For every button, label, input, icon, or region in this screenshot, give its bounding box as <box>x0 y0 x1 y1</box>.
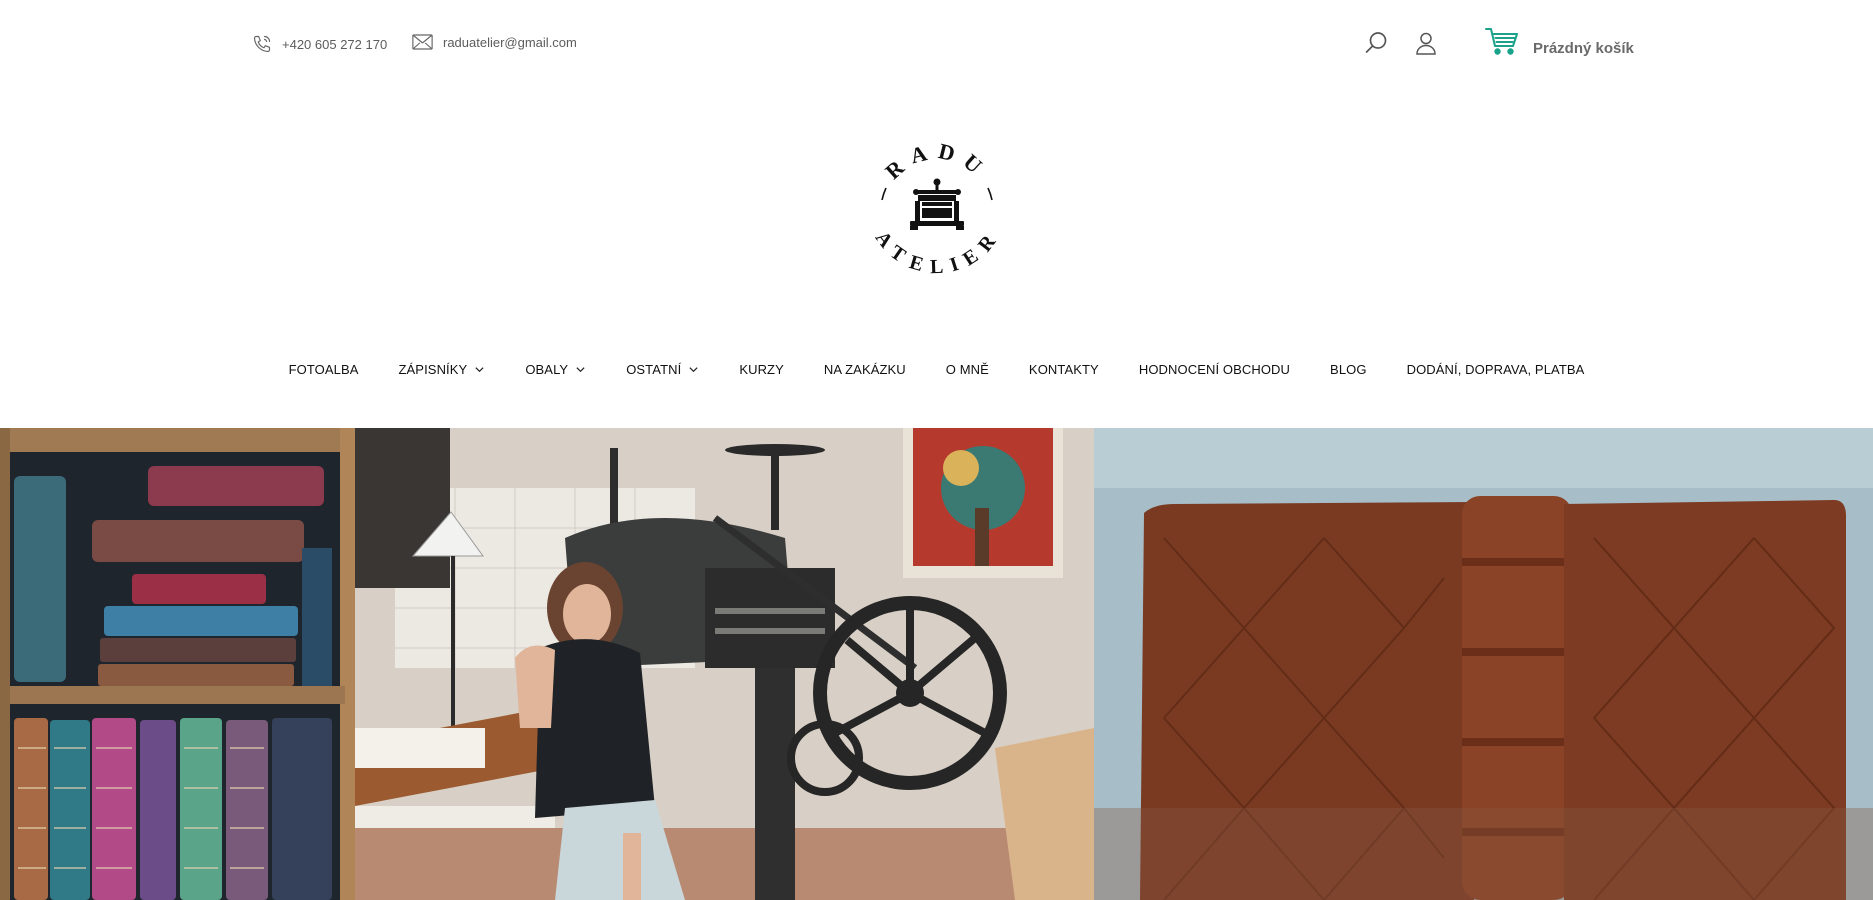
nav-item-kurzy[interactable]: KURZY <box>739 362 784 377</box>
main-nav: FOTOALBA ZÁPISNÍKY OBALY OSTATNÍ KURZY N… <box>0 354 1873 384</box>
nav-item-na-zakazku[interactable]: NA ZAKÁZKU <box>824 362 906 377</box>
nav-item-dodani[interactable]: DODÁNÍ, DOPRAVA, PLATBA <box>1407 362 1585 377</box>
phone-icon <box>252 34 272 54</box>
nav-item-label: FOTOALBA <box>288 361 359 377</box>
nav-item-label: OBALY <box>525 361 569 377</box>
hero-banner <box>0 428 1873 900</box>
nav-item-label: HODNOCENÍ OBCHODU <box>1138 361 1291 377</box>
chevron-down-icon <box>689 366 698 372</box>
top-bar: +420 605 272 170 raduatelier@gmail.com P… <box>0 0 1873 88</box>
svg-text:RADU: RADU <box>880 138 994 184</box>
logo-top-text: RADU <box>880 138 994 184</box>
bookshelf-photo <box>0 428 355 900</box>
nav-item-label: KONTAKTY <box>1028 361 1099 377</box>
nav-item-label: DODÁNÍ, DOPRAVA, PLATBA <box>1406 361 1585 377</box>
user-icon[interactable] <box>1413 30 1439 56</box>
nav-item-hodnoceni-obchodu[interactable]: HODNOCENÍ OBCHODU <box>1139 362 1290 377</box>
nav-item-blog[interactable]: BLOG <box>1330 362 1367 377</box>
cart-icon <box>1485 26 1519 61</box>
cart-link[interactable]: Prázdný košík <box>1485 26 1634 61</box>
nav-item-label: KURZY <box>739 361 784 377</box>
logo-bottom-text: ATELIER <box>871 227 1003 278</box>
cart-label: Prázdný košík <box>1533 40 1634 57</box>
leather-album-photo <box>1094 428 1873 900</box>
nav-item-label: NA ZAKÁZKU <box>823 361 906 377</box>
nav-item-zapisniky[interactable]: ZÁPISNÍKY <box>399 362 486 377</box>
chevron-down-icon <box>576 366 585 372</box>
nav-item-label: OSTATNÍ <box>626 361 682 377</box>
atelier-press-photo <box>355 428 1094 900</box>
nav-item-label: O MNĚ <box>945 361 989 377</box>
nav-item-label: ZÁPISNÍKY <box>398 361 468 377</box>
envelope-icon <box>412 34 433 50</box>
nav-item-o-mne[interactable]: O MNĚ <box>946 362 989 377</box>
site-logo[interactable]: RADU ATELIER <box>866 138 1008 280</box>
nav-item-kontakty[interactable]: KONTAKTY <box>1029 362 1099 377</box>
search-icon[interactable] <box>1363 30 1389 56</box>
chevron-down-icon <box>475 366 484 372</box>
email-contact[interactable]: raduatelier@gmail.com <box>412 34 577 50</box>
book-press-icon <box>910 178 964 230</box>
phone-number: +420 605 272 170 <box>282 36 388 52</box>
svg-text:ATELIER: ATELIER <box>871 227 1003 278</box>
email-address: raduatelier@gmail.com <box>443 34 577 50</box>
nav-item-fotoalba[interactable]: FOTOALBA <box>289 362 359 377</box>
phone-contact[interactable]: +420 605 272 170 <box>252 34 387 54</box>
radu-atelier-logo: RADU ATELIER <box>871 138 1003 278</box>
nav-item-label: BLOG <box>1330 361 1367 377</box>
nav-item-obaly[interactable]: OBALY <box>525 362 586 377</box>
nav-item-ostatni[interactable]: OSTATNÍ <box>626 362 699 377</box>
